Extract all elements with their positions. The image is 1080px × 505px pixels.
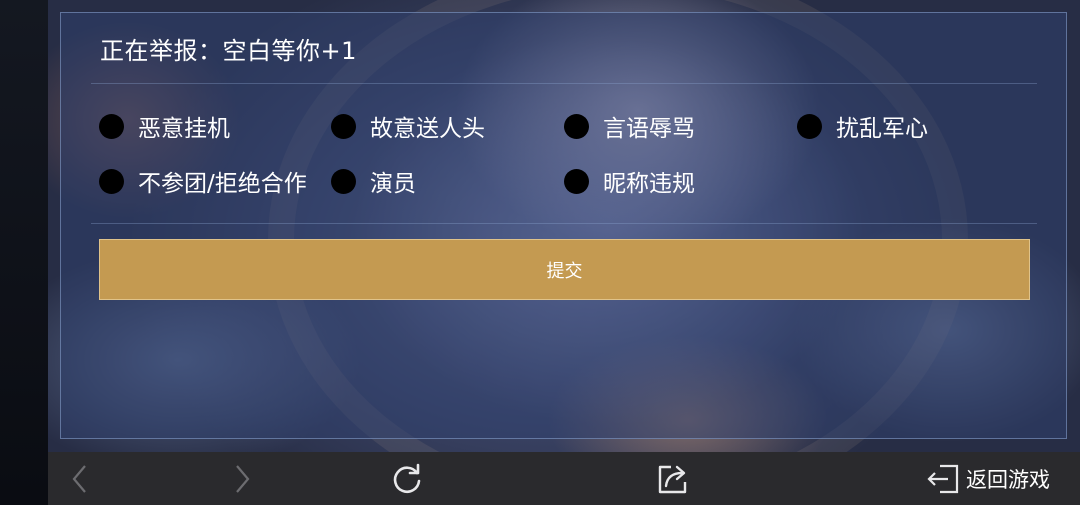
chevron-right-icon (236, 464, 250, 493)
option-label: 不参团/拒绝合作 (138, 171, 307, 197)
option-label: 昵称违规 (603, 171, 695, 197)
exit-icon (927, 464, 959, 493)
option-label: 演员 (370, 171, 416, 197)
report-title: 正在举报：空白等你+1 (100, 37, 357, 65)
divider-bottom (91, 223, 1037, 224)
report-panel: 正在举报：空白等你+1 恶意挂机 故意送人头 言语辱骂 扰乱军心 不参团/拒绝合… (60, 12, 1067, 439)
share-icon (658, 465, 687, 493)
return-game-button[interactable]: 返回游戏 (926, 452, 1066, 505)
radio-dot[interactable] (797, 113, 822, 139)
left-edge-strip (0, 0, 48, 505)
refresh-button[interactable] (386, 452, 428, 505)
radio-dot[interactable] (331, 113, 356, 139)
back-button[interactable] (62, 452, 98, 505)
option-feeding[interactable]: 故意送人头 (331, 111, 485, 142)
option-label: 扰乱军心 (836, 116, 928, 142)
option-label: 恶意挂机 (138, 116, 230, 142)
bottom-navigation-bar: 返回游戏 (48, 452, 1080, 505)
option-throwing[interactable]: 演员 (331, 166, 416, 197)
option-disrupting-morale[interactable]: 扰乱军心 (797, 111, 928, 142)
option-offensive-nickname[interactable]: 昵称违规 (564, 166, 695, 197)
option-not-teamfighting[interactable]: 不参团/拒绝合作 (99, 166, 307, 197)
forward-button[interactable] (224, 452, 260, 505)
option-verbal-abuse[interactable]: 言语辱骂 (564, 111, 695, 142)
radio-dot[interactable] (564, 168, 589, 194)
radio-dot[interactable] (99, 113, 124, 139)
divider-top (91, 83, 1037, 84)
radio-dot[interactable] (99, 168, 124, 194)
option-afk[interactable]: 恶意挂机 (99, 111, 230, 142)
refresh-icon (393, 463, 421, 493)
radio-dot[interactable] (564, 113, 589, 139)
submit-button[interactable]: 提交 (99, 239, 1030, 300)
return-game-label: 返回游戏 (966, 467, 1050, 492)
share-button[interactable] (652, 452, 694, 505)
radio-dot[interactable] (331, 168, 356, 194)
chevron-left-icon (72, 464, 86, 493)
option-label: 言语辱骂 (603, 116, 695, 142)
option-label: 故意送人头 (370, 116, 485, 142)
